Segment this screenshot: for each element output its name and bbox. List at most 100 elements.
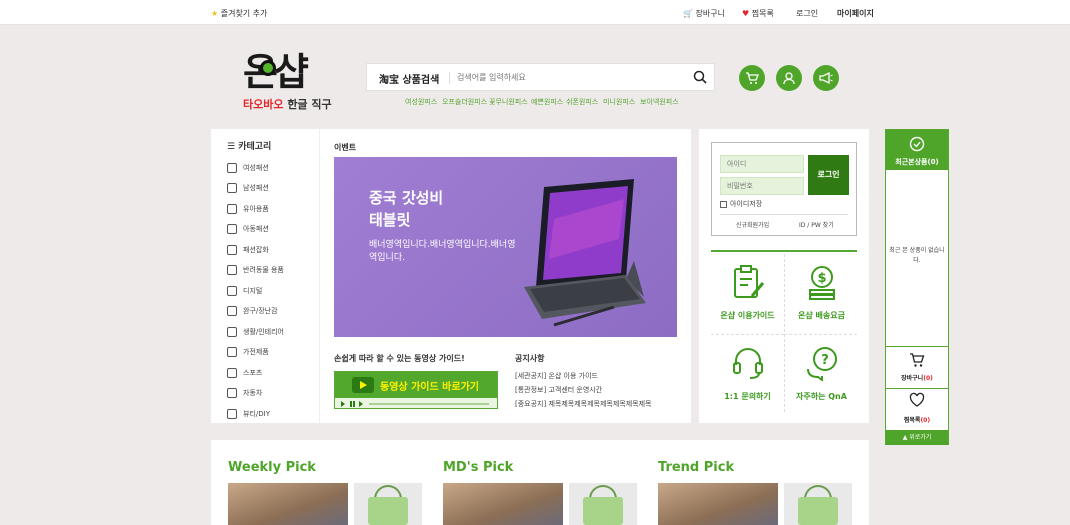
category-item[interactable]: 가전제품 bbox=[227, 345, 269, 359]
recent-empty-message: 최근 본 상품이 없습니다. bbox=[889, 247, 945, 264]
cart-icon bbox=[910, 353, 925, 367]
kids-clothes-icon bbox=[227, 224, 237, 234]
pet-icon bbox=[227, 265, 237, 275]
notice-item[interactable]: [세관공지] 온샵 이용 가이드 bbox=[515, 371, 598, 381]
video-guide-bar: 동영상 가이드 바로가기 bbox=[335, 372, 497, 398]
recent-cart-button[interactable]: 장바구니(0) bbox=[886, 347, 948, 387]
notice-item[interactable]: [중요공지] 제목제목제목제목제목제목제목제목 bbox=[515, 399, 652, 409]
suggest-item[interactable]: 미니원피스 bbox=[603, 97, 635, 107]
wishlist-link[interactable]: ♥ 찜목록 bbox=[742, 8, 774, 19]
category-label: 스포츠 bbox=[243, 369, 263, 377]
category-item[interactable]: 아동패션 bbox=[227, 222, 269, 236]
video-guide-label: 동영상 가이드 바로가기 bbox=[380, 382, 479, 393]
appliance-icon bbox=[227, 347, 237, 357]
service-inquiry[interactable]: 1:1 문의하기 bbox=[711, 334, 784, 412]
category-item[interactable]: 완구/장난감 bbox=[227, 304, 278, 318]
recent-cart-label: 장바구니(0) bbox=[901, 375, 933, 382]
bookmark-link[interactable]: ★ 즐겨찾기 추가 bbox=[211, 8, 267, 19]
service-guide[interactable]: 온샵 이용가이드 bbox=[711, 254, 784, 332]
product-image[interactable] bbox=[443, 483, 563, 525]
trend-pick-title: Trend Pick bbox=[658, 460, 735, 475]
recent-title: 최근본상품(0) bbox=[895, 158, 939, 166]
suggest-item[interactable]: 오프숄더원피스 bbox=[442, 97, 487, 107]
recent-wishlist-button[interactable]: 찜목록(0) bbox=[886, 389, 948, 429]
category-label: 여성패션 bbox=[243, 164, 269, 172]
category-item[interactable]: 유아용품 bbox=[227, 202, 269, 216]
save-id-checkbox[interactable]: 아이디저장 bbox=[720, 199, 762, 209]
dress-icon bbox=[227, 163, 237, 173]
logo-sub-dark: 한글 직구 bbox=[283, 98, 332, 111]
category-label: 가전제품 bbox=[243, 348, 269, 356]
category-header[interactable]: ☰ 카테고리 bbox=[227, 139, 271, 152]
service-qna[interactable]: ? 자주하는 QnA bbox=[784, 334, 857, 412]
search-divider bbox=[449, 72, 450, 84]
mypage-link[interactable]: 마이페이지 bbox=[837, 8, 874, 19]
find-account-link[interactable]: ID / PW 찾기 bbox=[799, 220, 834, 229]
login-button[interactable]: 로그인 bbox=[808, 155, 849, 195]
header-cart-button[interactable] bbox=[739, 65, 765, 91]
login-link[interactable]: 로그인 bbox=[796, 8, 818, 19]
category-item[interactable]: 자동차 bbox=[227, 386, 262, 400]
suggest-item[interactable]: 예쁜원피스 bbox=[531, 97, 563, 107]
logo-sub-red: 타오바오 bbox=[243, 98, 284, 111]
product-image[interactable] bbox=[784, 483, 852, 525]
laptop-icon bbox=[227, 286, 237, 296]
shirt-icon bbox=[227, 183, 237, 193]
heart-icon bbox=[909, 392, 925, 407]
user-icon bbox=[783, 72, 795, 85]
service-label: 1:1 문의하기 bbox=[724, 392, 771, 401]
suggest-item[interactable]: 여성원피스 bbox=[405, 97, 437, 107]
password-field[interactable]: 비밀번호 bbox=[720, 177, 804, 195]
clipboard-pencil-icon bbox=[734, 265, 765, 298]
suggest-item[interactable]: 꽃무니원피스 bbox=[489, 97, 528, 107]
category-item[interactable]: 스포츠 bbox=[227, 366, 262, 380]
search-input[interactable] bbox=[457, 68, 677, 86]
category-item[interactable]: 생활/인테리어 bbox=[227, 325, 284, 339]
menu-icon: ☰ bbox=[227, 142, 236, 152]
scroll-top-label: 위로가기 bbox=[909, 434, 932, 441]
svg-text:?: ? bbox=[821, 353, 829, 368]
category-item[interactable]: 뷰티/DIY bbox=[227, 407, 270, 421]
category-item[interactable]: 남성패션 bbox=[227, 181, 269, 195]
suggest-item[interactable]: 쉬폰원피스 bbox=[566, 97, 598, 107]
category-item[interactable]: 디지털 bbox=[227, 284, 262, 298]
category-label: 완구/장난감 bbox=[243, 307, 278, 315]
search-bar: 淘宝 상품검색 bbox=[366, 63, 715, 91]
category-label: 반려동물 용품 bbox=[243, 266, 284, 274]
notice-item[interactable]: [통관정보] 고객센터 운영시간 bbox=[515, 385, 602, 395]
search-icon[interactable] bbox=[693, 70, 707, 84]
product-image[interactable] bbox=[354, 483, 422, 525]
dollar-coins-icon: $ bbox=[809, 266, 835, 300]
svg-text:$: $ bbox=[817, 271, 826, 286]
suggest-item[interactable]: 보이넥원피스 bbox=[640, 97, 679, 107]
id-field[interactable]: 아이디 bbox=[720, 155, 804, 173]
toy-icon bbox=[227, 306, 237, 316]
cart-icon: 🛒 bbox=[683, 9, 693, 18]
service-shipping[interactable]: $ 온샵 배송요금 bbox=[784, 254, 857, 332]
video-guide-button[interactable]: 동영상 가이드 바로가기 bbox=[334, 371, 498, 409]
category-label: 생활/인테리어 bbox=[243, 328, 284, 336]
play-icon bbox=[352, 377, 374, 393]
category-item[interactable]: 패션잡화 bbox=[227, 243, 269, 257]
category-label: 패션잡화 bbox=[243, 246, 269, 254]
search-brand-label: 淘宝 상품검색 bbox=[379, 75, 440, 86]
cart-label: 장바구니 bbox=[695, 9, 725, 18]
category-item[interactable]: 반려동물 용품 bbox=[227, 263, 284, 277]
wishlist-label: 찜목록 bbox=[751, 9, 774, 18]
header-user-button[interactable] bbox=[776, 65, 802, 91]
md-pick-title: MD's Pick bbox=[443, 460, 514, 475]
megaphone-icon bbox=[819, 71, 833, 85]
signup-link[interactable]: 신규회원가입 bbox=[736, 220, 769, 229]
product-image[interactable] bbox=[569, 483, 637, 525]
event-banner[interactable]: 중국 갓성비 태블릿 배너영역입니다.배너영역입니다.배너영역입니다. bbox=[334, 157, 677, 337]
product-image[interactable] bbox=[658, 483, 778, 525]
scroll-top-button[interactable]: ▲ 위로가기 bbox=[886, 430, 948, 445]
beauty-icon bbox=[227, 409, 237, 419]
logo-subtitle: 타오바오 한글 직구 bbox=[243, 98, 332, 112]
recent-wishlist-label: 찜목록(0) bbox=[903, 417, 931, 424]
product-image[interactable] bbox=[228, 483, 348, 525]
header-notice-button[interactable] bbox=[813, 65, 839, 91]
cart-link[interactable]: 🛒 장바구니 bbox=[683, 8, 725, 19]
category-item[interactable]: 여성패션 bbox=[227, 161, 269, 175]
weekly-pick-title: Weekly Pick bbox=[228, 460, 316, 475]
